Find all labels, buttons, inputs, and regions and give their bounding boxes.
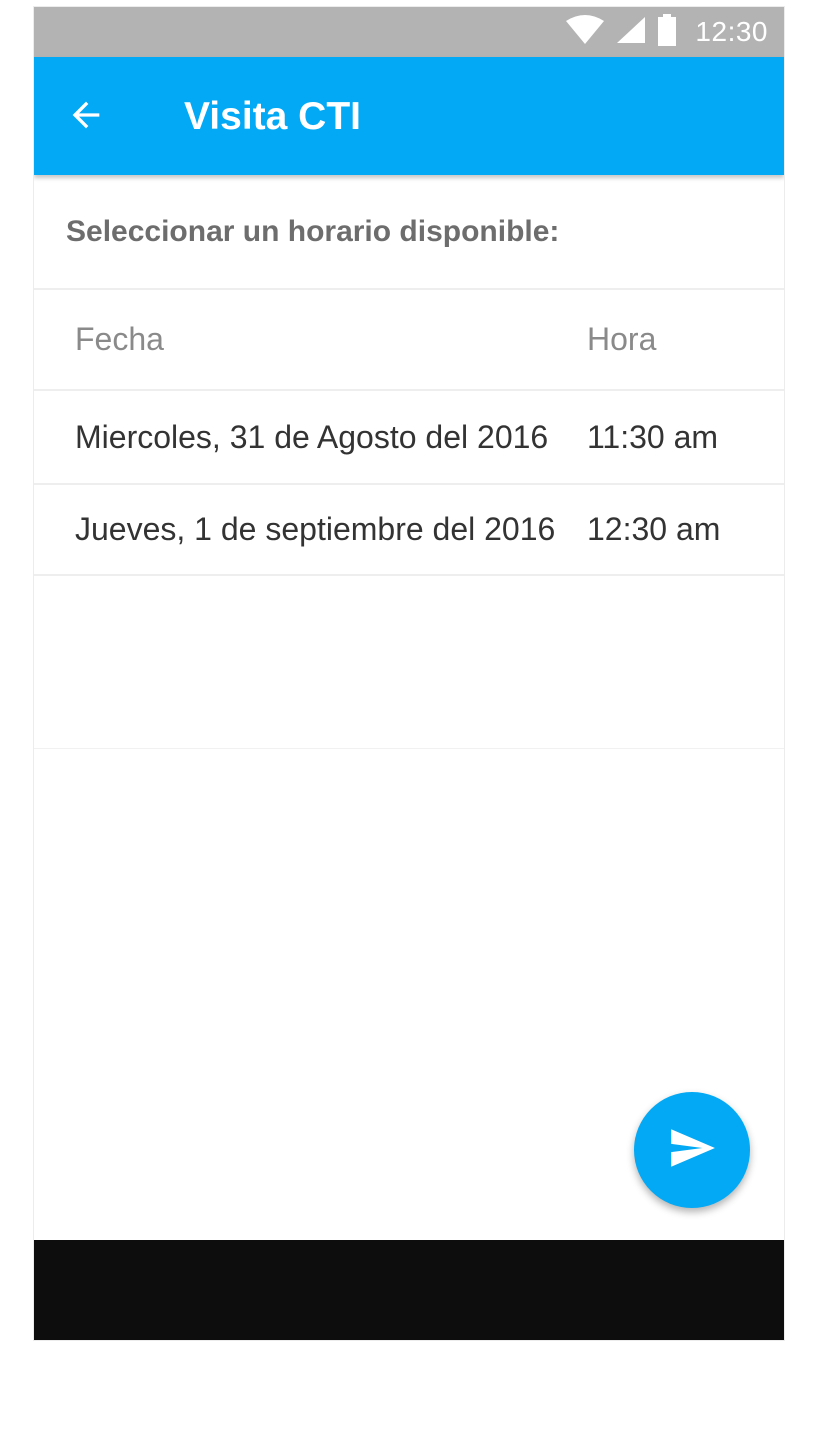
row-time: 11:30 am xyxy=(587,418,719,455)
content: Seleccionar un horario disponible: Fecha… xyxy=(34,175,784,749)
wifi-icon xyxy=(565,14,605,50)
row-time: 12:30 am xyxy=(587,511,721,547)
schedule-table: Fecha Hora Miercoles, 31 de Agosto del 2… xyxy=(34,290,784,749)
cell-signal-icon xyxy=(615,15,647,50)
table-row[interactable]: Jueves, 1 de septiembre del 2016 12:30 a… xyxy=(34,485,784,576)
app-screen: 12:30 Visita CTI Seleccionar un horario … xyxy=(34,7,784,1340)
status-icons: 12:30 xyxy=(565,7,768,57)
section-heading: Seleccionar un horario disponible: xyxy=(34,175,784,290)
send-button[interactable] xyxy=(634,1092,750,1208)
column-header-time: Hora xyxy=(587,321,657,357)
table-row[interactable]: Miercoles, 31 de Agosto del 2016 11:30 a… xyxy=(34,391,784,485)
back-button[interactable] xyxy=(56,87,116,147)
send-icon xyxy=(667,1123,717,1178)
status-time: 12:30 xyxy=(695,16,768,47)
table-header-row: Fecha Hora xyxy=(34,290,784,391)
arrow-back-icon xyxy=(66,95,106,140)
battery-icon xyxy=(657,13,677,51)
app-bar: Visita CTI xyxy=(34,57,784,175)
row-date: Miercoles, 31 de Agosto del 2016 xyxy=(75,418,549,455)
system-navigation-bar xyxy=(34,1240,784,1340)
row-date: Jueves, 1 de septiembre del 2016 xyxy=(75,511,556,547)
page-title: Visita CTI xyxy=(184,95,362,138)
column-header-date: Fecha xyxy=(75,321,164,357)
status-bar: 12:30 xyxy=(34,7,784,57)
